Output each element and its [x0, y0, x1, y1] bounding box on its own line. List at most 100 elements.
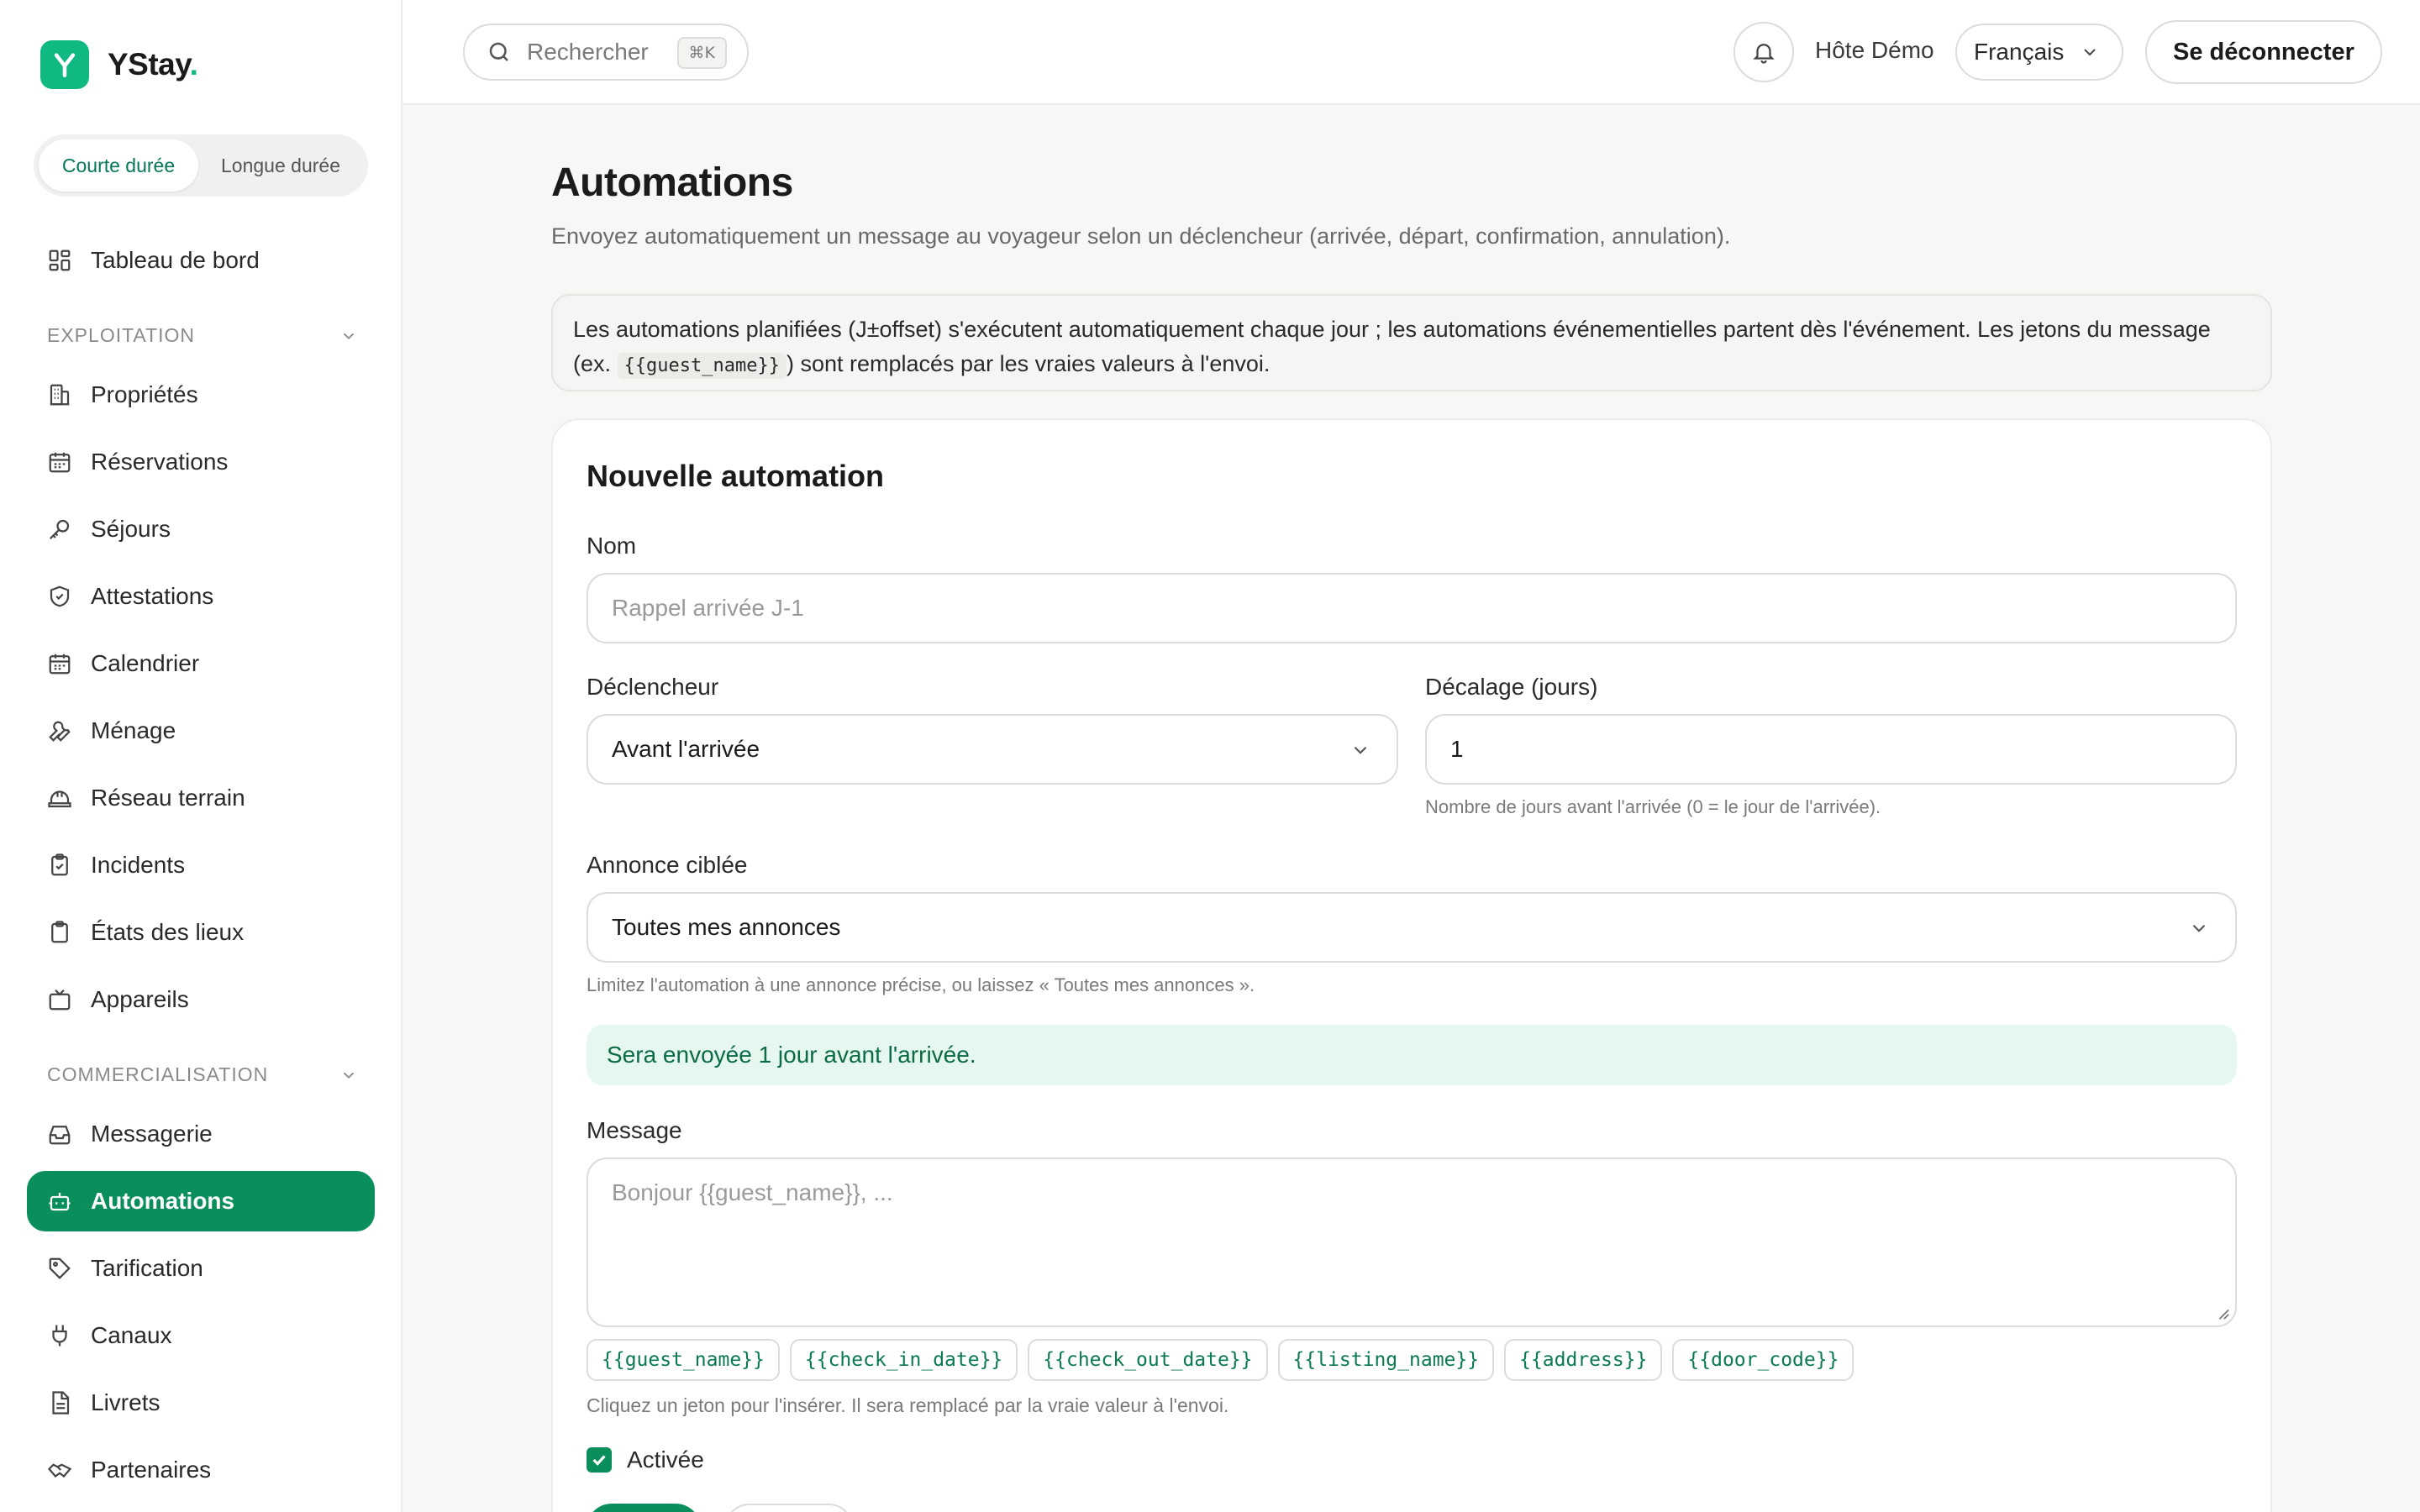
- sidebar-item-label: Réseau terrain: [91, 785, 245, 811]
- trigger-label: Déclencheur: [587, 674, 719, 700]
- chevron-down-icon: [2192, 924, 2206, 932]
- token-list: {{guest_name}} {{check_in_date}} {{check…: [587, 1339, 1854, 1381]
- sidebar-item-calendar[interactable]: Calendrier: [27, 633, 375, 694]
- language-select[interactable]: Français: [1955, 24, 2123, 81]
- token-listing-name[interactable]: {{listing_name}}: [1277, 1339, 1495, 1381]
- trigger-value: Avant l'arrivée: [612, 736, 760, 762]
- sidebar-item-label: Réservations: [91, 449, 229, 475]
- sidebar-item-cleaning[interactable]: Ménage: [27, 701, 375, 761]
- token-door-code[interactable]: {{door_code}}: [1672, 1339, 1854, 1381]
- token-check-in-date[interactable]: {{check_in_date}}: [789, 1339, 1018, 1381]
- sidebar-item-channels[interactable]: Canaux: [27, 1305, 375, 1366]
- logout-button[interactable]: Se déconnecter: [2145, 20, 2382, 84]
- tag-icon: [49, 1257, 71, 1279]
- sidebar-item-messaging[interactable]: Messagerie: [27, 1104, 375, 1164]
- brand-logo-icon: [40, 40, 89, 89]
- token-address[interactable]: {{address}}: [1504, 1339, 1663, 1381]
- card-title: Nouvelle automation: [587, 459, 885, 493]
- clipboard-check-icon: [51, 853, 68, 876]
- check-icon: [592, 1455, 606, 1466]
- sidebar-item-label: Partenaires: [91, 1457, 212, 1483]
- listing-label: Annonce ciblée: [587, 852, 748, 878]
- search-input[interactable]: Rechercher ⌘K: [463, 24, 749, 81]
- tab-short-term[interactable]: Courte durée: [39, 139, 198, 192]
- bell-icon: [1753, 44, 1775, 64]
- plug-icon: [52, 1325, 67, 1347]
- sidebar-item-devices[interactable]: Appareils: [27, 969, 375, 1030]
- brand[interactable]: YStay.: [40, 40, 198, 89]
- save-button[interactable]: [587, 1504, 701, 1512]
- sidebar-item-label: Tableau de bord: [91, 247, 260, 273]
- sidebar-item-attestations[interactable]: Attestations: [27, 566, 375, 627]
- search-icon: [489, 42, 508, 61]
- section-exploitation[interactable]: EXPLOITATION: [47, 324, 358, 347]
- section-commercialisation[interactable]: COMMERCIALISATION: [47, 1063, 358, 1086]
- enabled-toggle[interactable]: Activée: [587, 1446, 704, 1473]
- info-code-token: {{guest_name}}: [617, 353, 786, 379]
- sidebar-item-booklets[interactable]: Livrets: [27, 1373, 375, 1433]
- message-textarea[interactable]: Bonjour {{guest_name}}, ...: [587, 1158, 2237, 1327]
- sidebar-item-automations[interactable]: Automations: [27, 1171, 375, 1231]
- search-shortcut: ⌘K: [676, 37, 727, 69]
- offset-field[interactable]: 1: [1425, 714, 2237, 785]
- token-guest-name[interactable]: {{guest_name}}: [587, 1339, 780, 1381]
- sidebar: YStay. Courte durée Longue durée Tableau…: [0, 0, 402, 1512]
- new-automation-card: Nouvelle automation Nom Rappel arrivée J…: [551, 418, 2272, 1512]
- notifications-button[interactable]: [1733, 22, 1794, 82]
- sidebar-item-properties[interactable]: Propriétés: [27, 365, 375, 425]
- listing-value: Toutes mes annonces: [612, 914, 841, 940]
- sidebar-item-label: Tarification: [91, 1255, 203, 1281]
- dashboard-icon: [49, 249, 71, 271]
- offset-label: Décalage (jours): [1425, 674, 1598, 700]
- schedule-notice: Sera envoyée 1 jour avant l'arrivée.: [587, 1025, 2237, 1085]
- section-title: COMMERCIALISATION: [47, 1063, 269, 1085]
- sidebar-item-label: Calendrier: [91, 650, 200, 676]
- name-field[interactable]: Rappel arrivée J-1: [587, 573, 2237, 643]
- listing-select[interactable]: Toutes mes annonces: [587, 892, 2237, 963]
- rental-type-switch: Courte durée Longue durée: [34, 134, 368, 197]
- sidebar-item-field-network[interactable]: Réseau terrain: [27, 768, 375, 828]
- tokens-hint: Cliquez un jeton pour l'insérer. Il sera…: [587, 1394, 1229, 1416]
- chevron-down-icon: [1354, 746, 1367, 754]
- name-label: Nom: [587, 533, 637, 559]
- clipboard-icon: [51, 921, 68, 943]
- bot-icon: [49, 1193, 71, 1211]
- chevron-down-icon: [2084, 49, 2096, 56]
- token-check-out-date[interactable]: {{check_out_date}}: [1028, 1339, 1268, 1381]
- sidebar-item-label: Attestations: [91, 583, 214, 609]
- tab-long-term[interactable]: Longue durée: [198, 139, 363, 192]
- topbar: Rechercher ⌘K Hôte Démo Français Se déco…: [402, 0, 2420, 105]
- sidebar-item-pricing[interactable]: Tarification: [27, 1238, 375, 1299]
- host-name: Hôte Démo: [1815, 37, 1934, 63]
- sidebar-item-incidents[interactable]: Incidents: [27, 835, 375, 895]
- chevron-down-icon: [343, 1072, 355, 1079]
- enabled-checkbox[interactable]: [587, 1447, 612, 1473]
- sidebar-item-partners[interactable]: Partenaires: [27, 1440, 375, 1500]
- sidebar-item-label: Livrets: [91, 1389, 160, 1415]
- sidebar-item-label: Appareils: [91, 986, 189, 1012]
- sidebar-item-inventory[interactable]: États des lieux: [27, 902, 375, 963]
- sidebar-item-label: Messagerie: [91, 1121, 213, 1147]
- sidebar-item-stays[interactable]: Séjours: [27, 499, 375, 559]
- resize-handle-icon[interactable]: [2215, 1305, 2230, 1320]
- info-callout: Les automations planifiées (J±offset) s'…: [551, 294, 2272, 391]
- wrench-icon: [49, 721, 71, 742]
- inbox-icon: [49, 1126, 71, 1145]
- tv-icon: [49, 989, 71, 1011]
- sidebar-item-label: Séjours: [91, 516, 171, 542]
- chevron-down-icon: [343, 333, 355, 339]
- brand-name: YStay.: [108, 47, 198, 81]
- sidebar-item-dashboard[interactable]: Tableau de bord: [27, 230, 375, 291]
- cancel-button[interactable]: [724, 1504, 854, 1512]
- sidebar-item-label: Ménage: [91, 717, 176, 743]
- sidebar-item-label: Incidents: [91, 852, 186, 878]
- calendar-icon: [49, 654, 71, 675]
- search-placeholder: Rechercher: [527, 39, 649, 65]
- page-title: Automations: [551, 160, 793, 205]
- trigger-select[interactable]: Avant l'arrivée: [587, 714, 1398, 785]
- building-icon: [50, 384, 70, 406]
- listing-hint: Limitez l'automation à une annonce préci…: [587, 974, 1255, 995]
- sidebar-item-reservations[interactable]: Réservations: [27, 432, 375, 492]
- sidebar-item-label: Propriétés: [91, 381, 198, 407]
- sidebar-item-label: Automations: [91, 1188, 235, 1214]
